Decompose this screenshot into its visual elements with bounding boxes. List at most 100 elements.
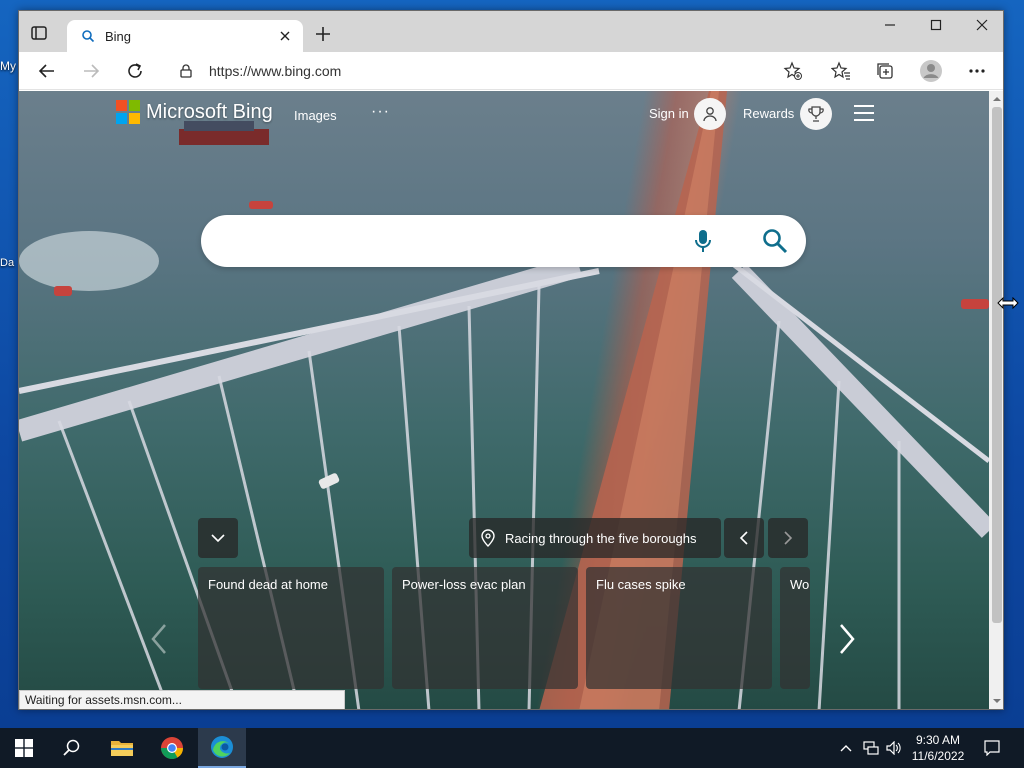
chrome-icon: [161, 737, 183, 759]
forward-button[interactable]: [77, 57, 105, 85]
logo-text: Microsoft Bing: [146, 100, 273, 123]
chevron-left-icon[interactable]: [147, 621, 171, 657]
image-title: Racing through the five boroughs: [505, 530, 697, 546]
refresh-icon: [128, 63, 142, 78]
chevron-up-icon: [840, 745, 852, 752]
bing-logo[interactable]: Microsoft Bing: [116, 100, 273, 124]
collapse-feed-button[interactable]: [198, 518, 238, 558]
taskbar-search-button[interactable]: [48, 728, 96, 768]
profile-button[interactable]: [917, 57, 945, 85]
search-icon[interactable]: [761, 227, 789, 255]
tab-close-button[interactable]: [277, 28, 293, 44]
person-icon: [703, 107, 717, 122]
favorites-button[interactable]: [827, 57, 855, 85]
edge-icon: [211, 736, 233, 758]
refresh-button[interactable]: [121, 57, 149, 85]
notifications-button[interactable]: [976, 728, 1008, 768]
edge-button[interactable]: [198, 728, 246, 768]
microphone-icon[interactable]: [689, 227, 717, 255]
nav-more-button[interactable]: ···: [371, 103, 390, 121]
close-icon: [280, 31, 290, 41]
collections-button[interactable]: [871, 57, 899, 85]
desktop-icon-label[interactable]: My: [0, 59, 16, 73]
tab-bar: Bing: [19, 11, 1003, 52]
volume-button[interactable]: [884, 728, 904, 768]
hamburger-menu-icon[interactable]: [853, 104, 875, 122]
scrollbar-thumb[interactable]: [992, 107, 1002, 623]
back-button[interactable]: [33, 57, 61, 85]
nav-images-link[interactable]: Images: [294, 108, 337, 123]
account-avatar[interactable]: [694, 98, 726, 130]
scroll-down-icon[interactable]: [993, 697, 1001, 705]
close-icon: [976, 19, 988, 31]
favorites-icon: [831, 61, 850, 80]
url-text[interactable]: https://www.bing.com: [209, 63, 341, 79]
tab-actions-icon[interactable]: [29, 23, 49, 43]
chevron-down-icon: [211, 534, 225, 543]
chevron-left-icon: [739, 531, 748, 545]
sign-in-link[interactable]: Sign in: [649, 106, 689, 121]
file-explorer-icon: [111, 741, 133, 756]
network-button[interactable]: [860, 728, 882, 768]
arrow-left-icon: [38, 64, 54, 78]
chevron-right-icon: [784, 531, 793, 545]
clock-date: 11/6/2022: [911, 749, 965, 763]
minimize-button[interactable]: [867, 11, 913, 39]
rewards-button[interactable]: [800, 98, 832, 130]
desktop-icon-label[interactable]: Da: [0, 257, 14, 269]
previous-image-button[interactable]: [724, 518, 764, 558]
maximize-button[interactable]: [913, 11, 959, 39]
add-favorite-button[interactable]: [779, 57, 807, 85]
news-card[interactable]: Power-loss evac plan: [392, 567, 578, 689]
chrome-button[interactable]: [148, 728, 196, 768]
search-icon: [82, 30, 95, 43]
search-box[interactable]: [201, 215, 806, 267]
news-card[interactable]: Found dead at home: [198, 567, 384, 689]
settings-more-button[interactable]: [963, 57, 991, 85]
network-icon: [863, 741, 879, 755]
browser-window: Bing https://www.bing.com Microsoft Bing…: [18, 10, 1004, 710]
address-bar[interactable]: https://www.bing.com: [163, 56, 813, 86]
taskbar-clock[interactable]: 9:30 AM 11/6/2022: [906, 732, 970, 764]
status-bar: Waiting for assets.msn.com...: [19, 690, 345, 709]
arrow-right-icon: [84, 64, 100, 78]
vertical-scrollbar[interactable]: [989, 91, 1003, 709]
windows-logo-icon: [15, 739, 33, 757]
star-add-icon: [783, 61, 802, 80]
news-card[interactable]: Flu cases spike: [586, 567, 772, 689]
close-window-button[interactable]: [959, 11, 1003, 39]
news-card-title: Power-loss evac plan: [402, 577, 526, 592]
avatar-icon: [920, 60, 942, 82]
news-card-title: Wo: [790, 577, 810, 592]
start-button[interactable]: [0, 728, 48, 768]
file-explorer-button[interactable]: [98, 728, 146, 768]
location-pin-icon: [481, 529, 495, 547]
bing-header: Microsoft Bing Images ··· Sign in Reward…: [19, 91, 989, 139]
lock-icon[interactable]: [179, 64, 193, 78]
navigation-bar: https://www.bing.com: [19, 52, 1003, 90]
minimize-icon: [885, 24, 895, 26]
trophy-icon: [808, 106, 824, 122]
search-icon: [63, 739, 80, 756]
more-dots-icon: [969, 69, 985, 73]
bing-homepage: Microsoft Bing Images ··· Sign in Reward…: [19, 91, 989, 709]
clock-time: 9:30 AM: [915, 733, 961, 747]
news-card[interactable]: Wo: [780, 567, 810, 689]
new-tab-button[interactable]: [313, 24, 333, 44]
scroll-up-icon[interactable]: [993, 95, 1001, 103]
search-input[interactable]: [223, 225, 683, 257]
microsoft-logo-icon: [116, 100, 140, 124]
chevron-right-icon[interactable]: [835, 621, 859, 657]
news-card-title: Flu cases spike: [596, 577, 686, 592]
tab-bing[interactable]: Bing: [67, 20, 303, 52]
notification-icon: [984, 740, 1000, 756]
next-image-button[interactable]: [768, 518, 808, 558]
taskbar: 9:30 AM 11/6/2022: [0, 728, 1024, 768]
image-info-button[interactable]: Racing through the five boroughs: [469, 518, 721, 558]
news-card-title: Found dead at home: [208, 577, 328, 592]
rewards-link[interactable]: Rewards: [743, 106, 794, 121]
maximize-icon: [930, 19, 942, 31]
resize-cursor-icon: [997, 297, 1019, 309]
tab-title: Bing: [105, 28, 132, 44]
show-hidden-icons-button[interactable]: [836, 728, 856, 768]
